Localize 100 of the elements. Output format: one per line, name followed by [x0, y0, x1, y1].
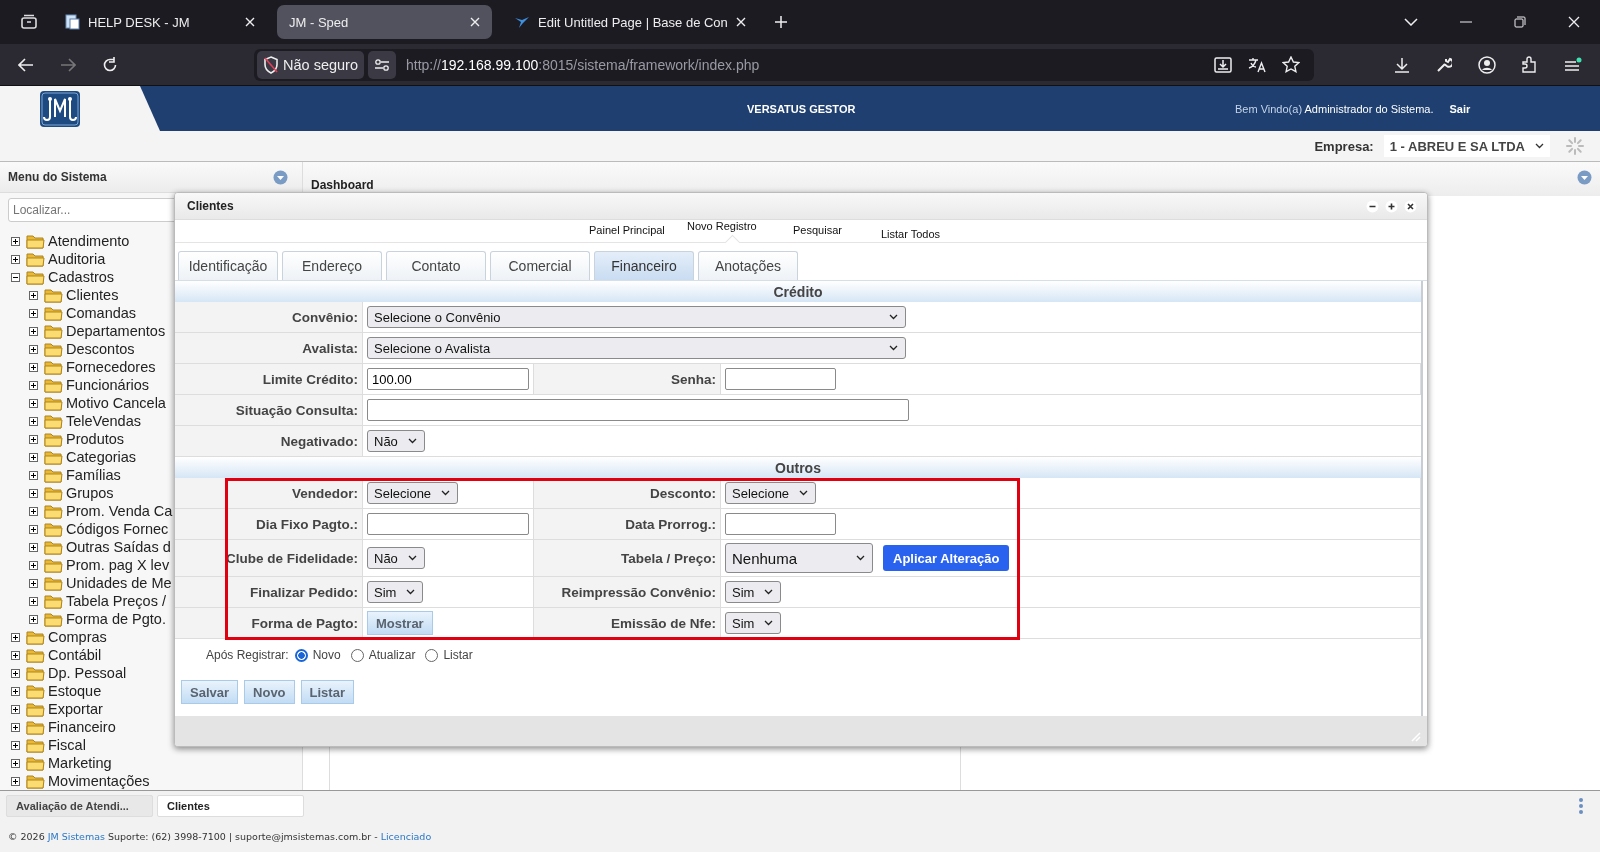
url-text[interactable]: http://192.168.99.100:8015/sistema/framework/index.php [405, 56, 760, 73]
action-button[interactable]: Salvar [181, 680, 239, 704]
tree-item[interactable]: Fiscal [0, 736, 302, 754]
star-icon[interactable] [1282, 56, 1300, 73]
collapse-icon[interactable] [11, 272, 20, 282]
tree-item[interactable]: Movimentações [0, 772, 302, 790]
expand-icon[interactable] [29, 452, 38, 462]
expand-icon[interactable] [29, 524, 38, 534]
tab[interactable]: Endereço [282, 251, 382, 280]
input-field[interactable] [725, 513, 836, 535]
window-tab[interactable]: Avaliação de Atendi... [6, 795, 153, 817]
company-link[interactable]: JM Sistemas [47, 831, 105, 842]
nav-link[interactable]: Listar Todos [881, 220, 1427, 242]
select-field[interactable]: Selecione [725, 482, 817, 504]
company-select[interactable]: 1 - ABREU E SA LTDA [1383, 135, 1550, 157]
radio-label[interactable]: Novo [312, 648, 341, 662]
select-field[interactable]: Nenhuma [725, 543, 873, 573]
back-icon[interactable] [18, 57, 34, 72]
expand-icon[interactable] [29, 470, 38, 480]
expand-icon[interactable] [29, 290, 38, 300]
radio-button[interactable] [425, 648, 439, 662]
tab-overview-icon[interactable] [20, 14, 38, 30]
wrench-icon[interactable] [1436, 56, 1452, 73]
expand-icon[interactable] [11, 686, 20, 696]
tree-item[interactable]: Clientes [0, 286, 302, 304]
expand-icon[interactable] [29, 362, 38, 372]
expand-icon[interactable] [29, 488, 38, 498]
close-icon[interactable] [470, 17, 480, 27]
expand-icon[interactable] [11, 740, 20, 750]
window-tab[interactable]: Clientes [157, 795, 304, 817]
nav-link[interactable]: Pesquisar [793, 220, 881, 242]
tab[interactable]: Contato [386, 251, 486, 280]
tab[interactable]: Financeiro [594, 251, 694, 280]
close-icon[interactable] [735, 17, 746, 27]
forward-icon[interactable] [60, 57, 76, 72]
expand-icon[interactable] [29, 380, 38, 390]
expand-icon[interactable] [29, 344, 38, 354]
expand-icon[interactable] [29, 308, 38, 318]
restore-icon[interactable] [1514, 16, 1526, 28]
select-field[interactable]: Sim [367, 581, 424, 603]
tree-item[interactable]: Atendimento [0, 232, 302, 250]
apply-button[interactable]: Aplicar Alteração [883, 545, 1010, 571]
action-button[interactable]: Listar [300, 680, 354, 704]
tab[interactable]: Comercial [490, 251, 590, 280]
expand-icon[interactable] [11, 236, 20, 246]
security-badge[interactable]: Não seguro [257, 50, 364, 79]
tree-item[interactable]: Dp. Pessoal [0, 664, 302, 682]
browser-tab[interactable]: Edit Untitled Page | Base de Con [502, 5, 758, 39]
select-field[interactable]: Selecione [367, 482, 459, 504]
download-icon[interactable] [1394, 56, 1410, 73]
minimize-icon[interactable] [1366, 199, 1379, 213]
logo-icon[interactable] [40, 90, 80, 127]
expand-icon[interactable] [11, 722, 20, 732]
expand-icon[interactable] [29, 578, 38, 588]
license-link[interactable]: Licenciado [380, 831, 432, 842]
expand-icon[interactable] [11, 668, 20, 678]
maximize-icon[interactable] [1385, 199, 1398, 213]
tree-item[interactable]: Financeiro [0, 718, 302, 736]
radio-label[interactable]: Listar [443, 648, 473, 662]
close-icon[interactable] [245, 17, 255, 27]
expand-icon[interactable] [11, 632, 20, 642]
close-icon[interactable] [1568, 16, 1580, 28]
site-settings-button[interactable] [367, 50, 396, 79]
expand-icon[interactable] [29, 434, 38, 444]
tab[interactable]: Anotações [698, 251, 798, 280]
select-field[interactable]: Não [367, 430, 425, 452]
expand-icon[interactable] [11, 704, 20, 714]
tree-item[interactable]: Marketing [0, 754, 302, 772]
show-button[interactable]: Mostrar [367, 611, 433, 635]
browser-tab[interactable]: HELP DESK - JM [52, 5, 267, 39]
chevron-down-icon[interactable] [1404, 18, 1418, 26]
translate-icon[interactable] [1248, 56, 1266, 73]
expand-icon[interactable] [29, 416, 38, 426]
expand-icon[interactable] [11, 776, 20, 786]
logout-link[interactable]: Sair [1449, 102, 1471, 115]
install-icon[interactable] [1214, 56, 1232, 73]
puzzle-icon[interactable] [1522, 55, 1538, 74]
input-field[interactable]: 100.00 [367, 368, 529, 390]
more-icon[interactable] [1578, 797, 1584, 815]
expand-icon[interactable] [29, 506, 38, 516]
action-button[interactable]: Novo [244, 680, 295, 704]
browser-tab[interactable]: JM - Sped [277, 5, 492, 39]
reload-icon[interactable] [102, 56, 118, 73]
expand-icon[interactable] [29, 542, 38, 552]
radio-button[interactable] [350, 648, 364, 662]
resize-grip-icon[interactable] [1411, 732, 1421, 742]
radio-button[interactable] [294, 648, 308, 662]
select-field[interactable]: Sim [725, 581, 782, 603]
expand-icon[interactable] [11, 254, 20, 264]
nav-link[interactable]: Painel Principal [589, 220, 687, 242]
select-field[interactable]: Sim [725, 612, 782, 634]
select-field[interactable]: Não [367, 547, 425, 569]
new-tab-icon[interactable] [773, 15, 788, 29]
expand-icon[interactable] [29, 560, 38, 570]
expand-icon[interactable] [29, 398, 38, 408]
expand-icon[interactable] [11, 650, 20, 660]
select-field[interactable]: Selecione o Avalista [367, 337, 906, 359]
input-field[interactable] [725, 368, 836, 390]
menu-icon[interactable] [1564, 56, 1582, 73]
close-icon[interactable] [1404, 199, 1417, 213]
